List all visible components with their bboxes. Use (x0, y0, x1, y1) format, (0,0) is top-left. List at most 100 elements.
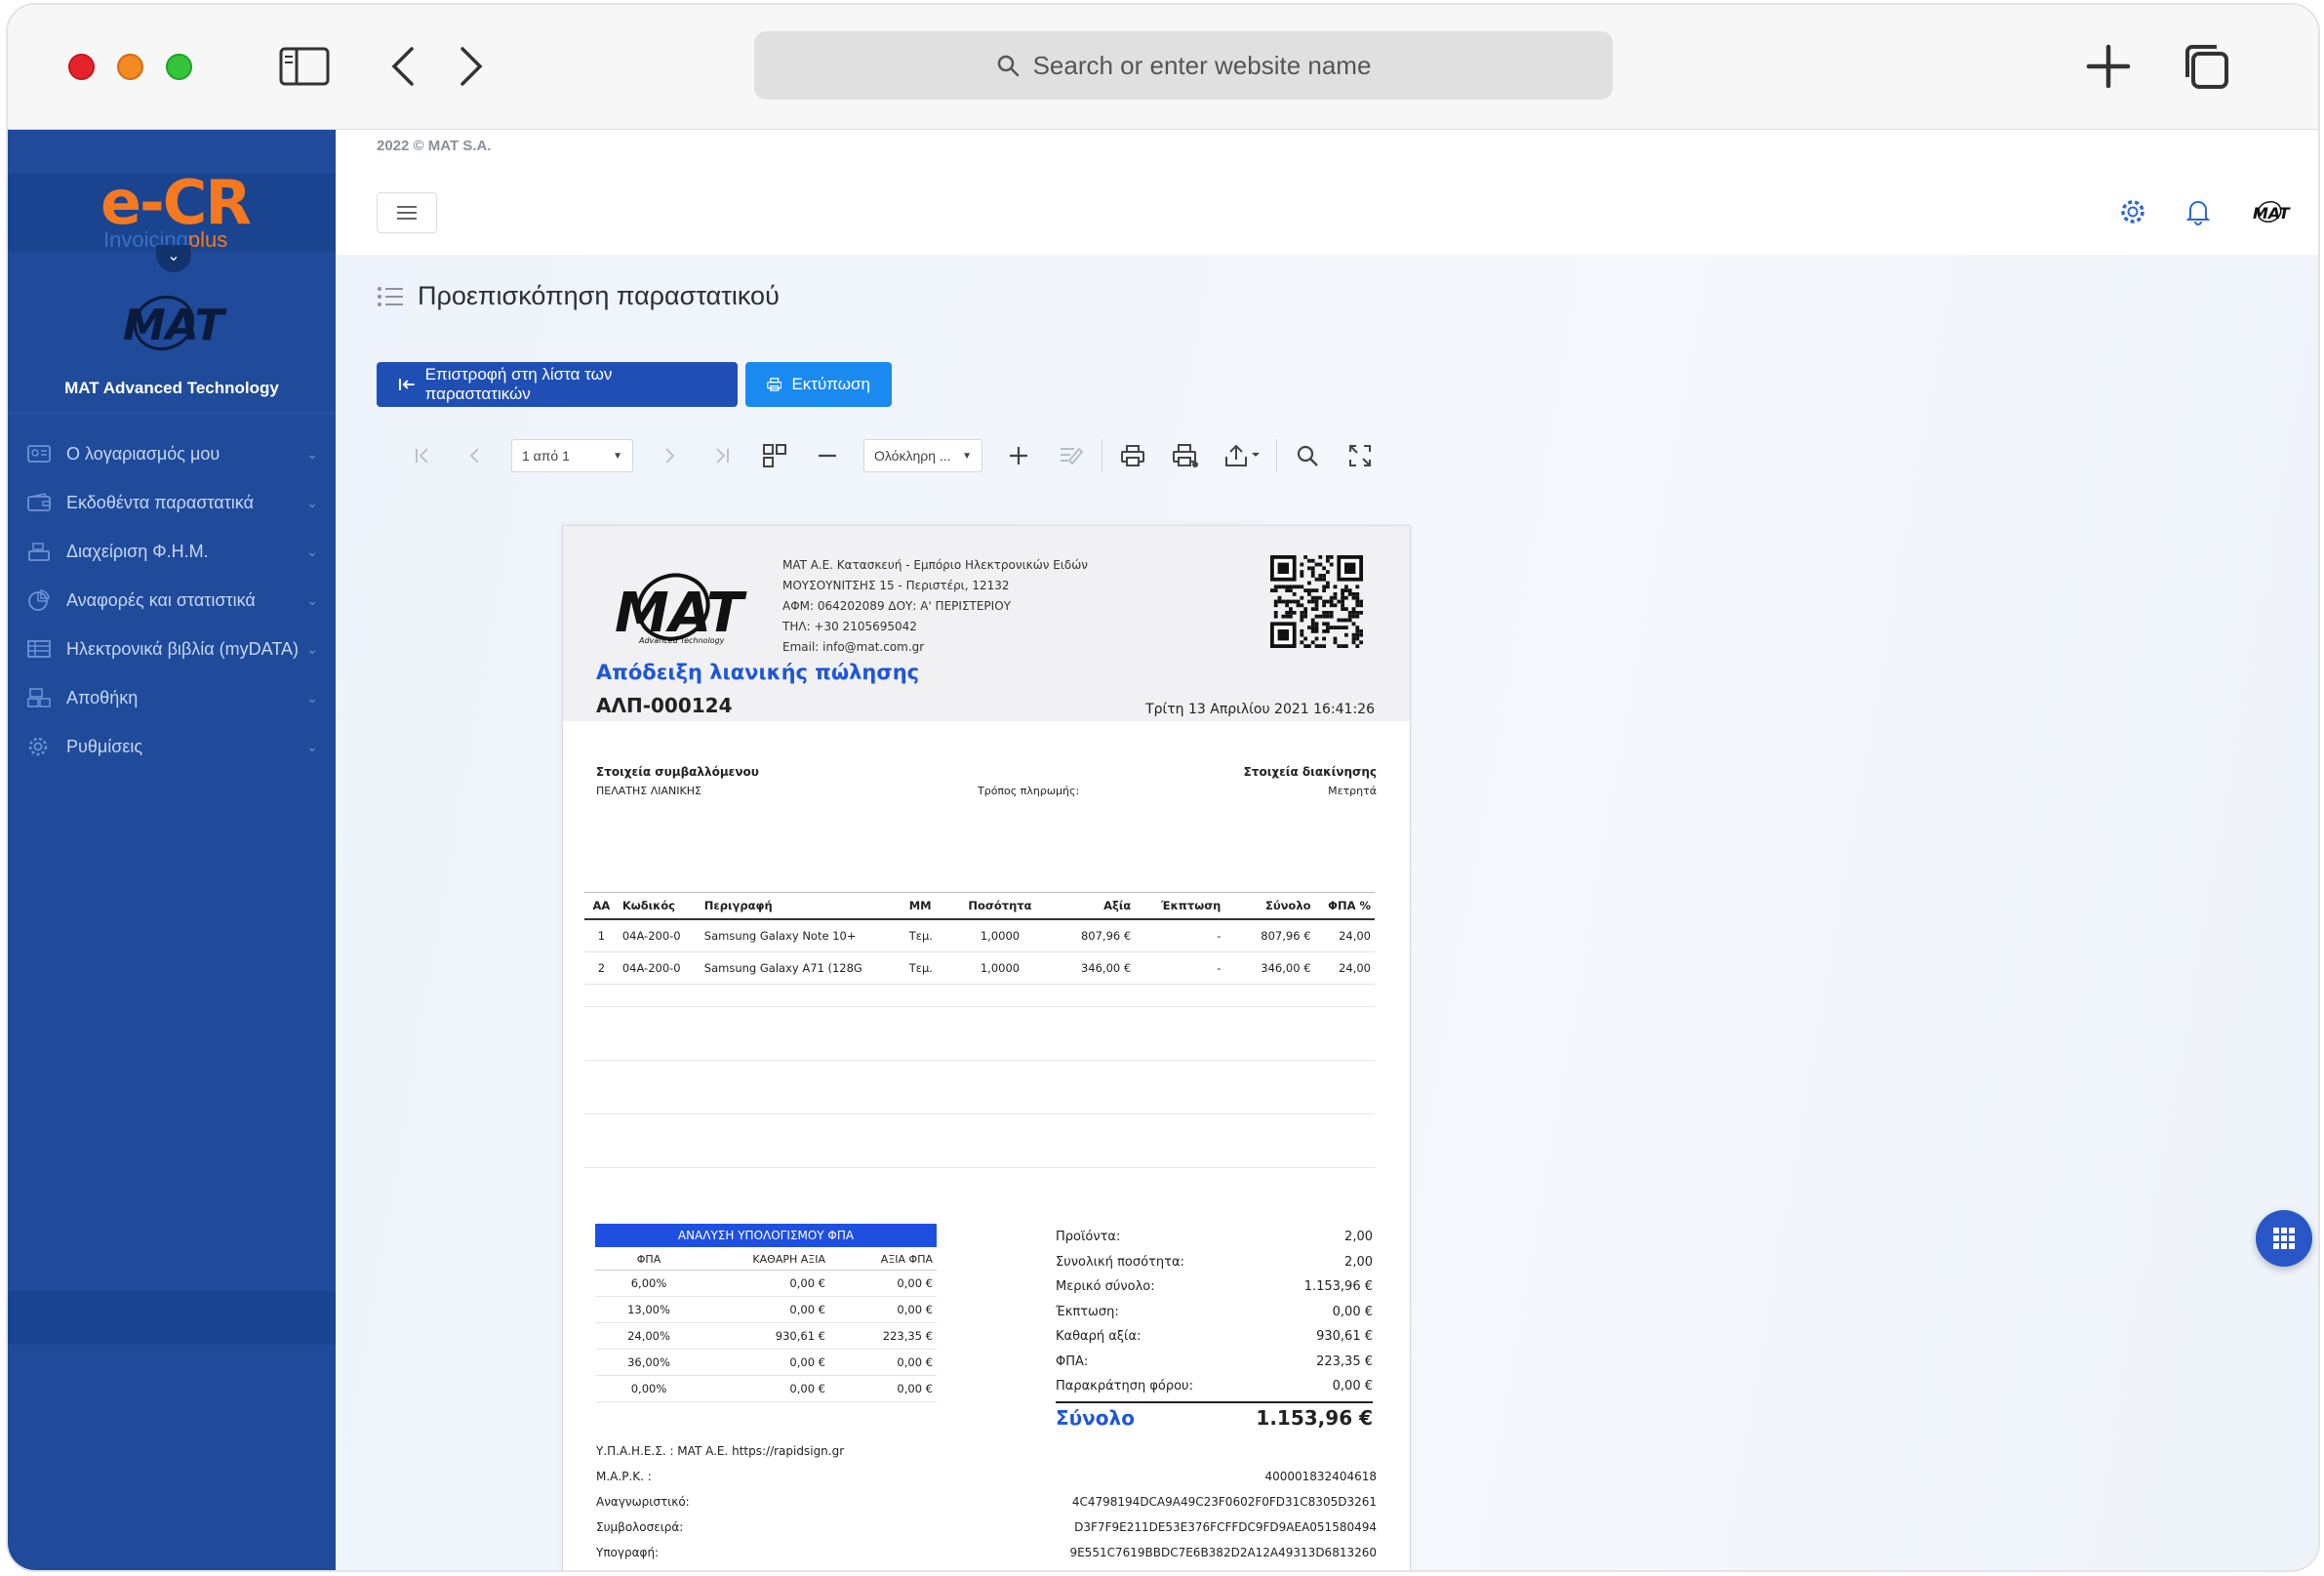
vat-analysis-title: ΑΝΑΛΥΣΗ ΥΠΟΛΟΓΙΣΜΟΥ ΦΠΑ (595, 1224, 937, 1247)
payment-method-label: Τρόπος πληρωμής: (978, 785, 1080, 797)
shipping-label: Στοιχεία διακίνησης (1243, 765, 1377, 779)
minimize-window-button[interactable] (117, 54, 143, 80)
main-content: 2022 © MAT S.A. MAT Προεπισκόπηση παραστ… (336, 130, 2318, 1570)
svg-text:MAT: MAT (123, 301, 227, 350)
zoom-mode-selector[interactable]: Ολόκληρη ... ▼ (863, 439, 982, 472)
maximize-window-button[interactable] (166, 54, 192, 80)
thumbnails-icon[interactable] (748, 434, 801, 477)
grand-total-row: Σύνολο 1.153,96 € (1056, 1400, 1373, 1433)
page-selector[interactable]: 1 από 1 ▼ (511, 439, 633, 472)
sidebar-item-mydata[interactable]: Ηλεκτρονικά βιβλία (myDATA) ⌄ (8, 625, 336, 673)
browser-toolbar: Search or enter website name (8, 5, 2318, 130)
chevron-down-icon[interactable]: ⌄ (156, 245, 191, 272)
grid-icon (2273, 1228, 2295, 1249)
document-logo: MAT Advanced Technology (610, 563, 761, 660)
sidebar-item-account[interactable]: Ο λογαριασμός μου ⌄ (8, 429, 336, 478)
totals-row: Παρακράτηση φόρου: 0,00 € (1056, 1379, 1373, 1394)
forward-icon[interactable] (452, 42, 491, 91)
back-icon[interactable] (383, 42, 422, 91)
wallet-icon (27, 492, 53, 513)
menu-toggle-button[interactable] (377, 192, 437, 233)
svg-text:MAT: MAT (2253, 204, 2291, 222)
table-row: 36,00% 0,00 €0,00 € (595, 1349, 937, 1376)
chevron-down-icon: ⌄ (306, 689, 318, 706)
list-icon (378, 286, 403, 306)
table-row: 1 04A-200-0 Samsung Galaxy Note 10+ Τεμ.… (584, 919, 1375, 952)
caret-down-icon: ▼ (613, 450, 622, 462)
export-icon[interactable] (1212, 434, 1272, 477)
user-avatar[interactable]: MAT (2250, 199, 2293, 229)
next-page-icon[interactable] (643, 434, 696, 477)
previous-page-icon[interactable] (449, 434, 501, 477)
totals-row: Μερικό σύνολο: 1.153,96 € (1056, 1279, 1373, 1295)
first-page-icon[interactable] (396, 434, 449, 477)
issuer-details: MAT A.E. Κατασκευή - Εμπόριο Ηλεκτρονικώ… (782, 558, 1089, 654)
search-icon[interactable] (1281, 434, 1334, 477)
table-icon (27, 638, 53, 660)
table-row: 13,00% 0,00 €0,00 € (595, 1296, 937, 1323)
chevron-down-icon: ⌄ (306, 494, 318, 510)
document-number: ΑΛΠ-000124 (596, 694, 733, 717)
table-row: 24,00% 930,61 €223,35 € (595, 1322, 937, 1350)
hamburger-icon (397, 206, 417, 220)
sidebar-item-reports[interactable]: Αναφορές και στατιστικά ⌄ (8, 576, 336, 625)
totals-row: ΦΠΑ: 223,35 € (1056, 1354, 1373, 1369)
warehouse-icon (27, 687, 53, 708)
provider-line: Υ.Π.Α.Η.Ε.Σ. : MAT A.E. https://rapidsig… (596, 1444, 845, 1458)
sidebar-item-warehouse[interactable]: Αποθήκη ⌄ (8, 673, 336, 722)
edit-form-icon[interactable] (1045, 434, 1098, 477)
settings-gear-icon[interactable] (2119, 198, 2146, 230)
new-tab-icon[interactable] (2081, 42, 2136, 91)
zoom-in-icon[interactable] (992, 434, 1045, 477)
close-window-button[interactable] (68, 54, 95, 80)
counterparty-label: Στοιχεία συμβαλλόμενου (596, 765, 759, 779)
sidebar-toggle-icon[interactable] (276, 42, 333, 91)
org-name: MAT Advanced Technology (64, 379, 279, 397)
sidebar-nav: Ο λογαριασμός μου ⌄ Εκδοθέντα παραστατικ… (8, 429, 336, 771)
sidebar: e-CR Invoicingplus ⌄ MAT MAT Advanced Te… (8, 130, 336, 1570)
viewer-toolbar: 1 από 1 ▼ Ολόκληρη ... ▼ (396, 434, 1386, 477)
sidebar-item-settings[interactable]: Ρυθμίσεις ⌄ (8, 722, 336, 771)
totals-row: Συνολική ποσότητα: 2,00 (1056, 1254, 1373, 1270)
print-icon[interactable] (1106, 434, 1159, 477)
back-to-list-button[interactable]: Επιστροφή στη λίστα των παραστατικών (377, 362, 738, 407)
print-pages-icon[interactable] (1159, 434, 1212, 477)
signature-block: Υ.Π.Α.Η.Ε.Σ. : MAT A.E. https://rapidsig… (596, 1438, 1377, 1565)
signature-row: Συμβολοσειρά: D3F7F9E211DE53E376FCFFDC9FD… (596, 1520, 1377, 1534)
app-topbar: 2022 © MAT S.A. MAT (336, 130, 2318, 255)
totals-row: Καθαρή αξία: 930,61 € (1056, 1329, 1373, 1345)
counterparty-value: ΠΕΛΑΤΗΣ ΛΙΑΝΙΚΗΣ (596, 785, 701, 797)
cash-register-icon (27, 541, 53, 562)
chevron-down-icon: ⌄ (306, 738, 318, 754)
chevron-down-icon: ⌄ (306, 591, 318, 608)
apps-grid-button[interactable] (2256, 1210, 2312, 1267)
totals-row: Έκπτωση: 0,00 € (1056, 1304, 1373, 1319)
zoom-out-icon[interactable] (801, 434, 854, 477)
table-header-row: ΦΠΑ ΚΑΘΑΡΗ ΑΞΙΑ ΑΞΙΑ ΦΠΑ (595, 1249, 937, 1271)
arrow-left-bar-icon (398, 379, 415, 390)
table-header-row: ΑΑ Κωδικός Περιγραφή ΜΜ Ποσότητα Αξία Έκ… (584, 892, 1375, 920)
totals-row: Προϊόντα: 2,00 (1056, 1230, 1373, 1245)
shipping-value: Μετρητά (1328, 785, 1377, 797)
vat-analysis-table: ΦΠΑ ΚΑΘΑΡΗ ΑΞΙΑ ΑΞΙΑ ΦΠΑ 6,00% 0,00 €0,00… (595, 1249, 937, 1402)
browser-window: Search or enter website name e-CR Invoic… (6, 3, 2320, 1572)
fullscreen-icon[interactable] (1334, 434, 1386, 477)
page-title: Προεπισκόπηση παραστατικού (418, 281, 780, 310)
url-placeholder: Search or enter website name (1032, 50, 1372, 80)
print-button[interactable]: Εκτύπωση (745, 362, 892, 407)
caret-down-icon: ▼ (962, 450, 972, 462)
signature-row: Υπογραφή: 9E551C7619BBDC7E6B382D2A12A4931… (596, 1546, 1377, 1559)
last-page-icon[interactable] (696, 434, 748, 477)
notification-bell-icon[interactable] (2185, 198, 2211, 230)
sidebar-item-fiscal-devices[interactable]: Διαχείριση Φ.Η.Μ. ⌄ (8, 527, 336, 576)
table-row: 0,00% 0,00 €0,00 € (595, 1375, 937, 1402)
search-icon (997, 55, 1019, 77)
sidebar-item-issued-documents[interactable]: Εκδοθέντα παραστατικά ⌄ (8, 478, 336, 527)
user-card-icon (27, 443, 53, 465)
signature-row: Μ.Α.Ρ.Κ. :400001832404618 (596, 1470, 1377, 1483)
document-title: Απόδειξη λιανικής πώλησης (596, 661, 920, 684)
document-page: MAT Advanced Technology MAT A.E. Κατασκε… (562, 525, 1411, 1570)
svg-text:Advanced Technology: Advanced Technology (638, 636, 725, 645)
url-bar[interactable]: Search or enter website name (754, 31, 1613, 100)
tabs-overview-icon[interactable] (2179, 42, 2233, 91)
